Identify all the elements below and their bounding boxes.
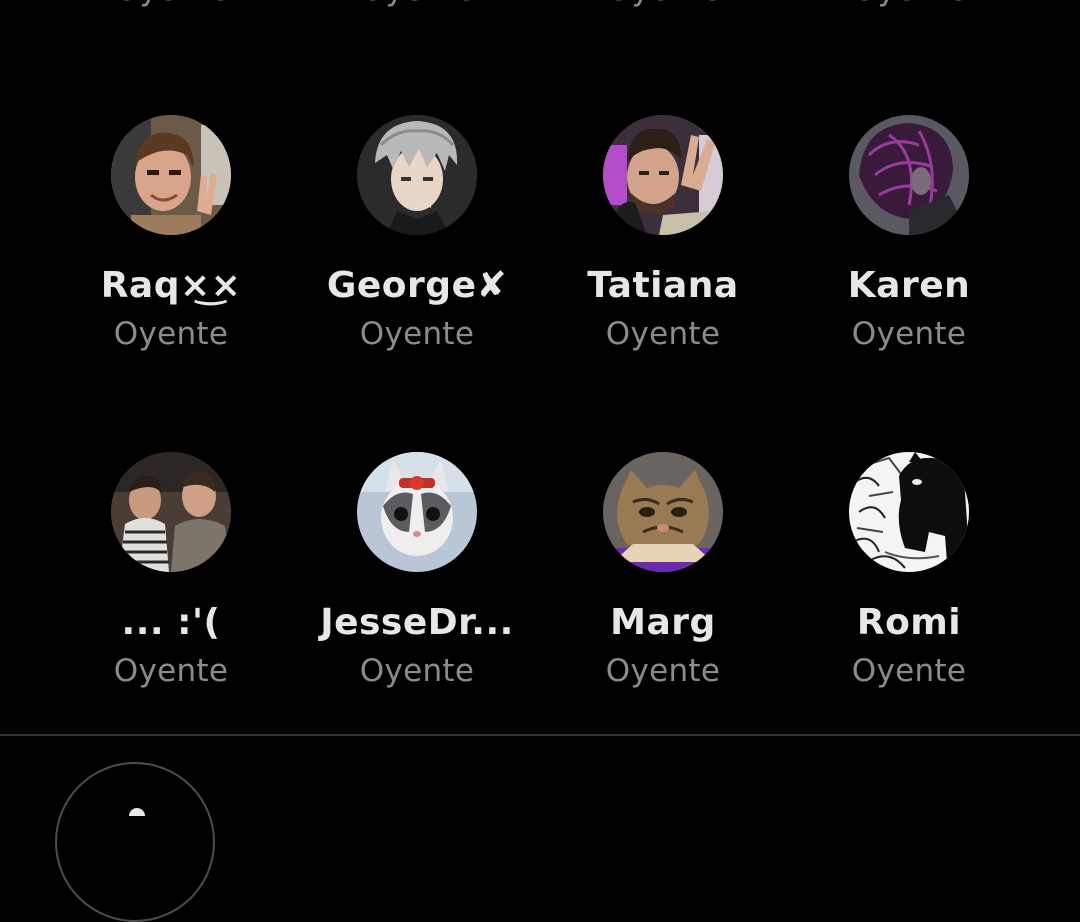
avatar[interactable] [849,115,969,235]
listener-role: Oyente [810,0,1010,8]
listener-card[interactable]: JesseDr... Oyente [297,452,537,702]
listener-name: Romi [856,602,962,643]
listener-card[interactable]: Raq×͜× Oyente [51,115,291,365]
microphone-icon [129,808,145,816]
listener-name: Marg [610,602,716,643]
listener-role: Oyente [851,316,967,352]
listener-role: Oyente [605,653,721,689]
listener-card[interactable]: Marg Oyente [543,452,783,702]
listener-name: Tatiana [587,265,739,306]
listener-card[interactable]: Romi Oyente [789,452,1029,702]
listener-role: Oyente [605,316,721,352]
listener-role: Oyente [359,316,475,352]
section-divider [0,734,1080,736]
listener-name: JesseDr... [320,602,514,643]
listener-role: Oyente [851,653,967,689]
microphone-button[interactable] [55,762,215,922]
listener-card[interactable]: ... :'( Oyente [51,452,291,702]
avatar[interactable] [357,115,477,235]
listener-role: Oyente [113,316,229,352]
listener-name: George✘ [326,265,508,306]
listener-name: Raq×͜× [100,265,242,306]
listener-role: Oyente [72,0,272,8]
listener-card[interactable]: George✘ Oyente [297,115,537,365]
listener-card[interactable]: Tatiana Oyente [543,115,783,365]
listener-role: Oyente [318,0,518,8]
avatar[interactable] [357,452,477,572]
listener-card[interactable]: Karen Oyente [789,115,1029,365]
avatar[interactable] [111,452,231,572]
avatar[interactable] [603,452,723,572]
avatar[interactable] [849,452,969,572]
listener-role: Oyente [564,0,764,8]
avatar[interactable] [603,115,723,235]
listener-name: Karen [847,265,971,306]
listener-role: Oyente [113,653,229,689]
listener-name: ... :'( [121,602,221,643]
avatar[interactable] [111,115,231,235]
previous-listeners-row: Oyente Oyente Oyente Oyente [0,0,1080,22]
listener-role: Oyente [359,653,475,689]
